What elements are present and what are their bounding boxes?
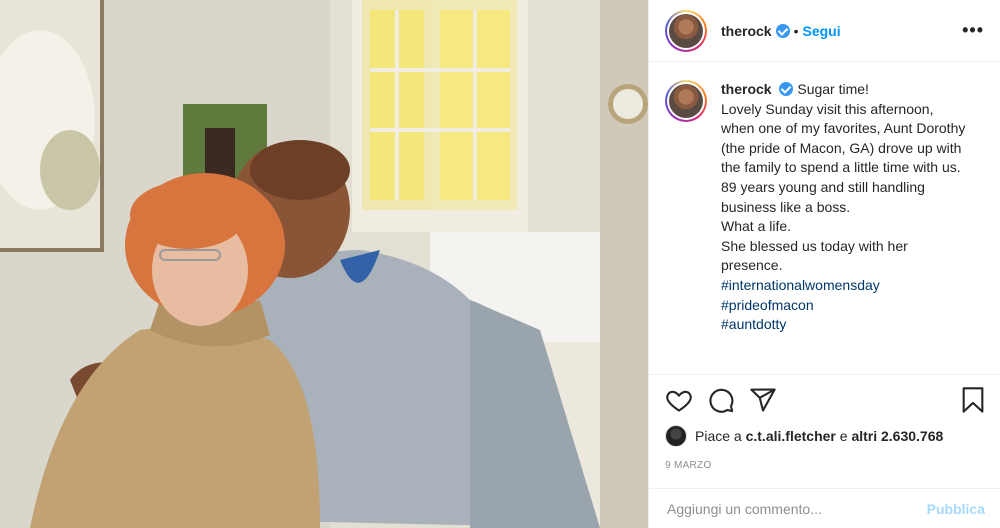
more-options-icon[interactable]: ••• [962, 20, 984, 41]
caption-line: 89 years young and still handling [721, 178, 925, 195]
follow-button[interactable]: Segui [802, 23, 840, 39]
hashtag-link[interactable]: #internationalwomensday [721, 276, 984, 296]
post-photo[interactable] [0, 0, 648, 528]
comment-input[interactable] [667, 500, 927, 517]
caption-line: the family to spend a little time with u… [721, 159, 961, 176]
caption-verified-badge-icon [779, 82, 794, 96]
caption-line: when one of my favorites, Aunt Dorothy [721, 120, 966, 137]
post-date[interactable]: 9 MARZO [665, 460, 712, 471]
likes-summary[interactable]: Piace a c.t.ali.fletcher e altri 2.630.7… [665, 424, 943, 448]
caption-line: business like a boss. [721, 198, 851, 215]
comment-form: Pubblica [649, 488, 1000, 528]
caption-line: presence. [721, 257, 783, 274]
header-separator: • [793, 22, 799, 39]
likes-count[interactable]: altri 2.630.768 [851, 428, 943, 444]
photo-illustration [0, 0, 648, 528]
verified-badge-icon [775, 23, 790, 38]
hashtag-link[interactable]: #prideofmacon [721, 296, 984, 316]
liker-username[interactable]: c.t.ali.fletcher [746, 428, 836, 444]
caption-line: Sugar time! [797, 81, 869, 97]
caption-avatar[interactable] [665, 80, 707, 122]
post-header: therock • Segui ••• [649, 0, 1000, 62]
caption-line: (the pride of Macon, GA) drove up with [721, 139, 962, 156]
action-bar [649, 374, 1000, 424]
likes-prefix: Piace a [695, 428, 742, 444]
share-icon[interactable] [749, 386, 777, 414]
caption-username[interactable]: therock [721, 81, 772, 97]
heart-icon[interactable] [665, 386, 693, 414]
post-sidebar: therock • Segui ••• therock Sugar time! … [648, 0, 1000, 528]
hashtag-link[interactable]: #auntdotty [721, 315, 984, 335]
bookmark-icon[interactable] [959, 386, 987, 414]
caption-line: Lovely Sunday visit this afternoon, [721, 100, 934, 117]
publish-button[interactable]: Pubblica [927, 501, 985, 517]
author-username[interactable]: therock [721, 23, 772, 39]
liker-avatar[interactable] [665, 425, 687, 447]
likes-middle: e [839, 428, 848, 444]
author-avatar[interactable] [665, 9, 707, 52]
caption-line: What a life. [721, 218, 792, 235]
comments-area[interactable]: therock Sugar time! Lovely Sunday visit … [649, 62, 1000, 374]
post-caption: therock Sugar time! Lovely Sunday visit … [721, 80, 984, 374]
caption-line: She blessed us today with her [721, 237, 908, 254]
comment-icon[interactable] [707, 386, 735, 414]
